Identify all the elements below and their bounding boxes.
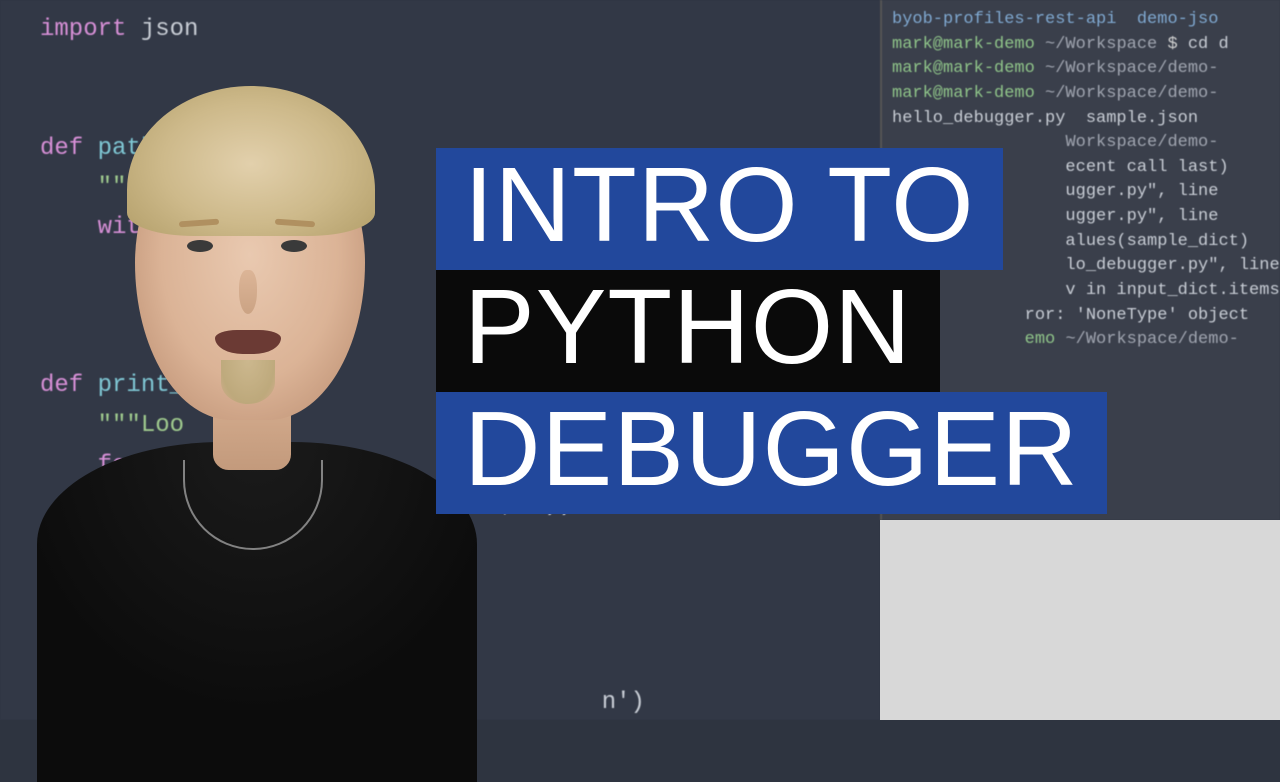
code-line: " [40,644,840,684]
terminal-line: hello_debugger.py sample.json [892,107,1270,132]
bottom-right-panel [880,520,1280,720]
code-line [40,525,840,565]
title-line-1: INTRO TO [436,148,1003,270]
code-line: import json [40,10,840,50]
terminal-line: byob-profiles-rest-api demo-jso [892,8,1270,33]
code-line [40,89,840,129]
terminal-line: mark@mark-demo ~/Workspace/demo- [892,57,1270,82]
code-line: def main(): [40,604,840,644]
code-line [40,564,840,604]
terminal-line: mark@mark-demo ~/Workspace/demo- [892,82,1270,107]
code-line: n') [40,683,840,723]
video-title-overlay: INTRO TO PYTHON DEBUGGER [436,148,1107,514]
title-line-3: DEBUGGER [436,392,1107,514]
terminal-line: mark@mark-demo ~/Workspace $ cd d [892,33,1270,58]
code-line [40,50,840,90]
title-line-2: PYTHON [436,270,940,392]
